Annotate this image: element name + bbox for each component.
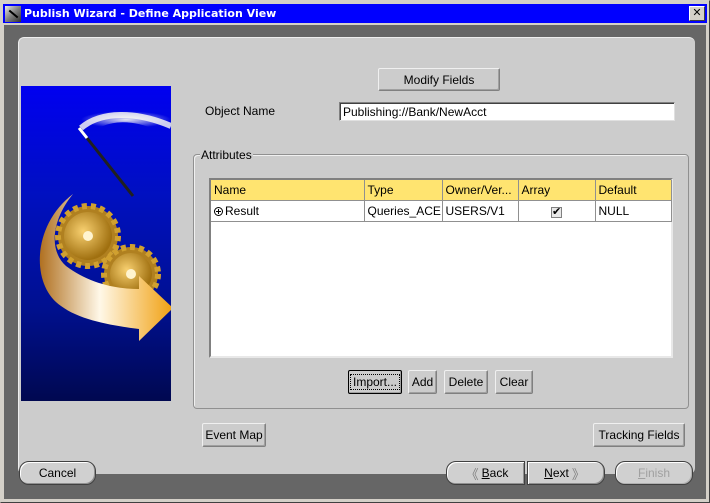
clear-button[interactable]: Clear <box>495 370 533 394</box>
back-mnemonic: B <box>481 466 490 480</box>
cell-name[interactable]: Result <box>211 200 365 222</box>
cell-array[interactable]: ✔ <box>518 200 596 222</box>
chevron-right-icon: 》 <box>571 466 585 482</box>
attributes-legend: Attributes <box>200 148 253 162</box>
cell-type[interactable]: Queries_ACE <box>364 200 443 222</box>
close-button[interactable]: ✕ <box>689 6 705 21</box>
cancel-button[interactable]: Cancel <box>19 461 96 485</box>
cell-default[interactable]: NULL <box>595 200 672 222</box>
event-map-button[interactable]: Event Map <box>202 423 266 447</box>
finish-button[interactable]: Finish <box>615 461 693 485</box>
table-header-row: Name Type Owner/Ver... Array Default <box>211 180 672 201</box>
column-header-type[interactable]: Type <box>364 180 443 201</box>
cell-owner-version[interactable]: USERS/V1 <box>442 200 519 222</box>
expand-icon[interactable] <box>214 207 223 216</box>
object-name-field[interactable]: Publishing://Bank/NewAcct <box>339 102 675 121</box>
back-label: ack <box>489 466 509 480</box>
wizard-window: Publish Wizard - Define Application View… <box>0 0 710 503</box>
finish-label: inish <box>645 466 671 480</box>
next-mnemonic: N <box>544 466 553 480</box>
cell-name-text: Result <box>225 204 260 218</box>
tracking-fields-button[interactable]: Tracking Fields <box>593 423 685 447</box>
chevron-left-icon: 《 <box>465 466 479 482</box>
next-label: ext <box>552 466 569 480</box>
attributes-table[interactable]: Name Type Owner/Ver... Array Default Res… <box>209 178 673 358</box>
array-checkbox[interactable]: ✔ <box>551 207 562 218</box>
delete-button[interactable]: Delete <box>444 370 488 394</box>
title-bar[interactable]: Publish Wizard - Define Application View… <box>3 4 707 23</box>
app-icon <box>5 5 21 22</box>
finish-mnemonic: F <box>637 466 646 480</box>
column-header-owner-version[interactable]: Owner/Ver... <box>442 180 519 201</box>
column-header-array[interactable]: Array <box>518 180 596 201</box>
object-name-label: Object Name <box>205 104 276 118</box>
add-button[interactable]: Add <box>408 370 437 394</box>
modify-fields-button[interactable]: Modify Fields <box>378 68 500 91</box>
table-row[interactable]: Result Queries_ACE USERS/V1 ✔ NULL <box>211 200 672 222</box>
back-button[interactable]: 《 Back <box>446 461 525 485</box>
import-button[interactable]: Import... <box>348 370 402 394</box>
column-header-name[interactable]: Name <box>211 180 365 201</box>
column-header-default[interactable]: Default <box>595 180 672 201</box>
import-button-label: Import... <box>349 374 400 390</box>
window-title: Publish Wizard - Define Application View <box>24 7 277 20</box>
next-button[interactable]: Next 》 <box>527 461 605 485</box>
wizard-illustration <box>21 86 171 401</box>
wand-icon <box>77 127 135 197</box>
